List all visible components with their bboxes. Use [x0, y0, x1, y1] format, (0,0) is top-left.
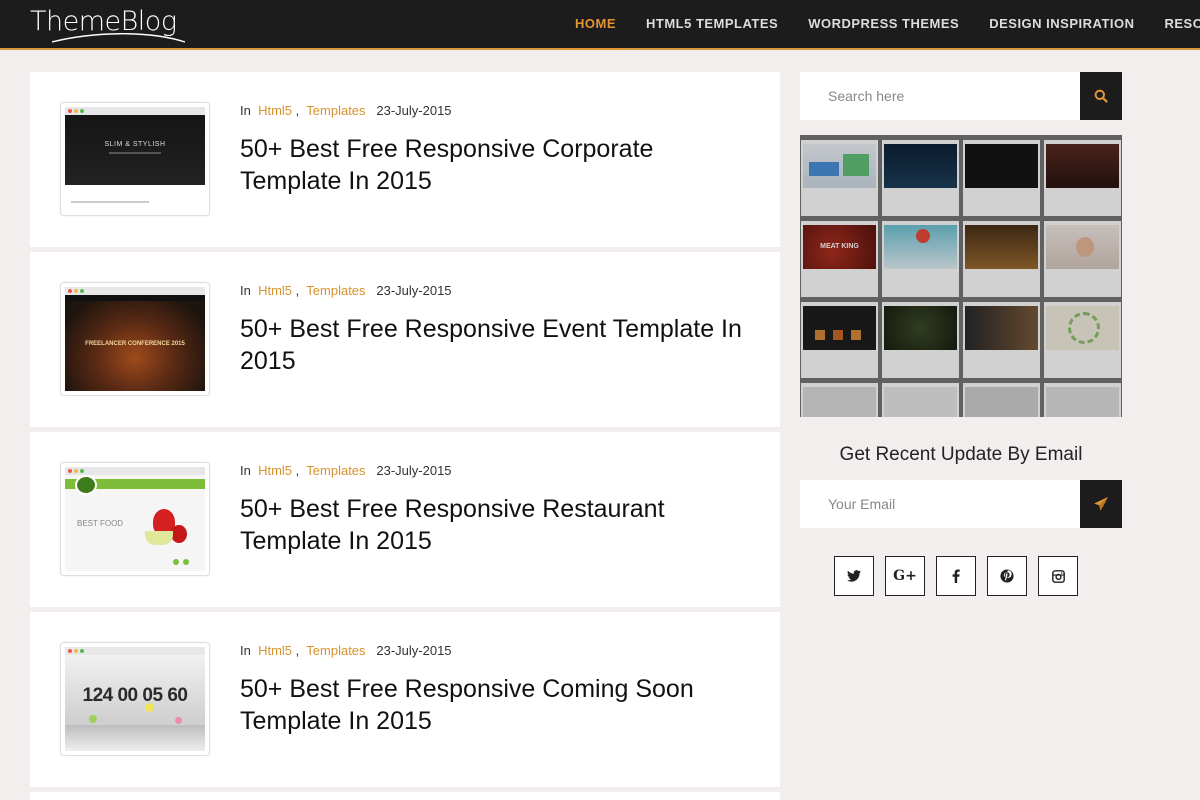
email-subscribe-heading: Get Recent Update By Email — [839, 444, 1083, 465]
post-thumbnail[interactable]: 124 00 05 60 — [60, 642, 210, 756]
thumbnail-text: BEST FOOD — [77, 519, 124, 528]
post-meta: In Html5 , Templates 23-July-2015 — [240, 283, 452, 298]
category-link-templates[interactable]: Templates — [306, 463, 365, 478]
email-subscribe-box — [800, 480, 1122, 528]
category-link-html5[interactable]: Html5 — [258, 283, 292, 298]
browser-bar — [65, 467, 205, 475]
thumbnail-screen: FREELANCER CONFERENCE 2015 — [65, 295, 205, 391]
post-title-link[interactable]: 50+ Best Free Responsive Restaurant Temp… — [240, 493, 760, 557]
instagram-icon — [1051, 569, 1065, 583]
nav-design-inspiration[interactable]: DESIGN INSPIRATION — [974, 0, 1149, 50]
post-date: 23-July-2015 — [376, 283, 452, 298]
top-navigation-bar: ThemeBlog HOME HTML5 TEMPLATES WORDPRESS… — [0, 0, 1200, 50]
thumbnail-screen: 124 00 05 60 — [65, 655, 205, 751]
social-links: G+ — [834, 556, 1089, 596]
template-collage-banner[interactable]: MEAT KING — [800, 135, 1122, 417]
post-thumbnail[interactable]: FREELANCER CONFERENCE 2015 — [60, 282, 210, 396]
post-title-link[interactable]: 50+ Best Free Responsive Event Template … — [240, 313, 760, 377]
meta-separator: , — [295, 643, 300, 658]
post-card-partial — [30, 792, 780, 800]
subscribe-button[interactable] — [1080, 480, 1122, 528]
post-date: 23-July-2015 — [376, 103, 452, 118]
main-nav: HOME HTML5 TEMPLATES WORDPRESS THEMES DE… — [560, 0, 1200, 50]
facebook-icon — [952, 569, 960, 583]
meta-prefix: In — [240, 643, 251, 658]
browser-bar — [65, 107, 205, 115]
post-title-link[interactable]: 50+ Best Free Responsive Corporate Templ… — [240, 133, 760, 197]
pinterest-button[interactable] — [987, 556, 1027, 596]
post-date: 23-July-2015 — [376, 463, 452, 478]
nav-resource[interactable]: RESOURCE — [1150, 0, 1200, 50]
category-link-templates[interactable]: Templates — [306, 283, 365, 298]
thumbnail-screen: BEST FOOD — [65, 475, 205, 571]
thumbnail-text: SLIM & STYLISH — [104, 141, 166, 148]
search-icon — [1094, 89, 1108, 103]
browser-bar — [65, 287, 205, 295]
instagram-button[interactable] — [1038, 556, 1078, 596]
collage-overlay — [800, 135, 1122, 417]
nav-html5-templates[interactable]: HTML5 TEMPLATES — [631, 0, 793, 50]
search-button[interactable] — [1080, 72, 1122, 120]
post-list: SLIM & STYLISH In Html5 , Templates 23-J… — [30, 72, 780, 800]
post-meta: In Html5 , Templates 23-July-2015 — [240, 463, 452, 478]
google-plus-button[interactable]: G+ — [885, 556, 925, 596]
nav-home[interactable]: HOME — [560, 0, 631, 50]
category-link-html5[interactable]: Html5 — [258, 643, 292, 658]
post-card: FREELANCER CONFERENCE 2015 In Html5 , Te… — [30, 252, 780, 427]
post-thumbnail[interactable]: BEST FOOD — [60, 462, 210, 576]
post-meta: In Html5 , Templates 23-July-2015 — [240, 103, 452, 118]
email-input[interactable] — [800, 480, 1080, 528]
browser-bar — [65, 647, 205, 655]
category-link-html5[interactable]: Html5 — [258, 463, 292, 478]
category-link-templates[interactable]: Templates — [306, 103, 365, 118]
meta-separator: , — [295, 283, 300, 298]
post-title-link[interactable]: 50+ Best Free Responsive Coming Soon Tem… — [240, 673, 760, 737]
nav-wordpress-themes[interactable]: WORDPRESS THEMES — [793, 0, 974, 50]
post-card: BEST FOOD In Html5 , Templates 23-July-2… — [30, 432, 780, 607]
post-meta: In Html5 , Templates 23-July-2015 — [240, 643, 452, 658]
category-link-html5[interactable]: Html5 — [258, 103, 292, 118]
post-thumbnail[interactable]: SLIM & STYLISH — [60, 102, 210, 216]
twitter-button[interactable] — [834, 556, 874, 596]
twitter-icon — [847, 570, 861, 582]
thumbnail-screen: SLIM & STYLISH — [65, 115, 205, 185]
meta-separator: , — [295, 463, 300, 478]
meta-prefix: In — [240, 463, 251, 478]
logo-swoosh-icon — [52, 33, 186, 43]
facebook-button[interactable] — [936, 556, 976, 596]
pinterest-icon — [1000, 569, 1014, 583]
meta-prefix: In — [240, 103, 251, 118]
category-link-templates[interactable]: Templates — [306, 643, 365, 658]
meta-separator: , — [295, 103, 300, 118]
search-input[interactable] — [800, 72, 1080, 120]
thumbnail-text: FREELANCER CONFERENCE 2015 — [85, 341, 185, 347]
site-logo[interactable]: ThemeBlog — [30, 6, 190, 44]
google-plus-icon: G+ — [893, 568, 917, 584]
search-box — [800, 72, 1122, 120]
thumbnail-text: 124 00 05 60 — [82, 685, 188, 706]
meta-prefix: In — [240, 283, 251, 298]
post-date: 23-July-2015 — [376, 643, 452, 658]
post-card: 124 00 05 60 In Html5 , Templates 23-Jul… — [30, 612, 780, 787]
paper-plane-icon — [1094, 497, 1108, 511]
post-card: SLIM & STYLISH In Html5 , Templates 23-J… — [30, 72, 780, 247]
